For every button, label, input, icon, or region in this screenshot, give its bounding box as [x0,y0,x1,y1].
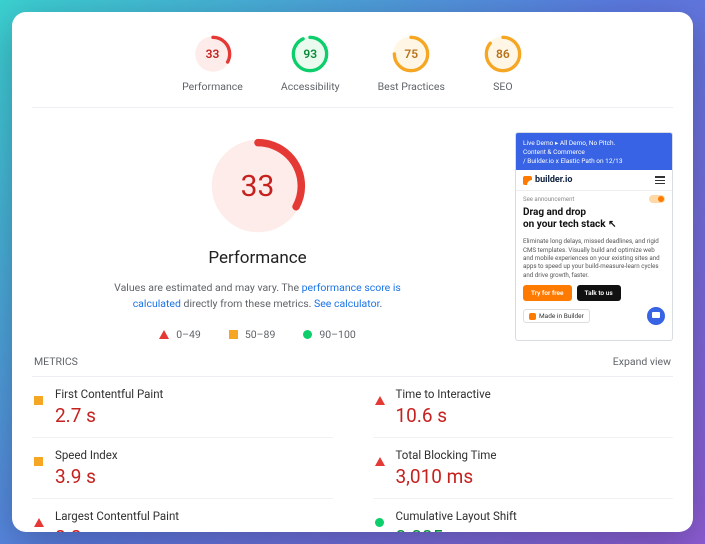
performance-gauge-value: 33 [206,134,310,238]
metric-value: 2.7 s [55,404,163,427]
preview-banner-line: / Builder.io x Elastic Path on 12/13 [523,157,665,166]
metrics-header: METRICS Expand view [32,355,673,376]
preview-body-text: Eliminate long delays, missed deadlines,… [516,235,672,285]
score-performance[interactable]: 33 Performance [182,34,243,93]
report-card: 33 Performance 93 Accessibility 75 Best Pract… [12,12,693,532]
score-accessibility[interactable]: 93 Accessibility [281,34,340,93]
gauge-desc-suffix: . [380,297,383,310]
preview-cta-row: Try for free Talk to us [516,285,672,307]
performance-gauge-title: Performance [208,248,306,268]
score-label: Performance [182,80,243,93]
legend-avg: 50–89 [229,328,276,341]
preview-secondary-button: Talk to us [577,285,621,301]
builder-logo-icon [529,313,536,320]
score-gauge: 75 [391,34,431,74]
triangle-icon [34,518,44,527]
preview-headline: Drag and drop [523,207,665,219]
preview-footer: Made in Builder [516,307,672,325]
metrics-title: METRICS [34,355,78,368]
circle-icon [375,518,384,527]
preview-announce-text: See announcement [523,196,574,203]
chat-icon [647,307,665,325]
preview-headline: on your tech stack ↖ [523,219,665,231]
metric-value: 3,010 ms [396,465,497,488]
page-preview-column: Live Demo ▸ All Demo, No Pitch. Content … [483,126,673,341]
circle-icon [303,330,312,339]
square-icon [229,330,238,339]
cursor-icon: ↖ [608,219,616,230]
metric-first-contentful-paint[interactable]: First Contentful Paint 2.7 s [32,377,333,438]
metric-value: 3.9 s [55,465,118,488]
triangle-icon [375,457,385,466]
preview-logo-row: builder.io [516,170,672,191]
metric-name: Cumulative Layout Shift [396,509,517,523]
square-icon [34,457,43,466]
score-legend: 0–49 50–89 90–100 [159,328,356,341]
hamburger-icon [655,176,665,184]
square-icon [34,396,43,405]
made-in-text: Made in Builder [539,312,584,320]
preview-primary-button: Try for free [523,285,572,301]
legend-pass: 90–100 [303,328,355,341]
metric-name: Largest Contentful Paint [55,509,179,523]
preview-announcement-row: See announcement [516,191,672,205]
metric-speed-index[interactable]: Speed Index 3.9 s [32,438,333,499]
triangle-icon [159,330,169,339]
toggle-icon [649,195,665,203]
gauge-desc-text: Values are estimated and may vary. The [114,281,302,294]
score-best-practices[interactable]: 75 Best Practices [378,34,445,93]
legend-fail-label: 0–49 [176,328,201,341]
page-screenshot-preview: Live Demo ▸ All Demo, No Pitch. Content … [515,132,673,341]
metric-time-to-interactive[interactable]: Time to Interactive 10.6 s [373,377,674,438]
score-value: 93 [290,34,330,74]
performance-gauge-description: Values are estimated and may vary. The p… [108,280,408,312]
see-calculator-link[interactable]: See calculator [314,297,380,310]
builder-logo-icon [523,176,532,185]
score-label: Best Practices [378,80,445,93]
score-value: 33 [193,34,233,74]
metric-value: 8.8 s [55,526,179,533]
metric-value: 10.6 s [396,404,491,427]
made-in-badge: Made in Builder [523,309,590,323]
preview-banner-line: Live Demo ▸ All Demo, No Pitch. [523,139,665,148]
triangle-icon [375,396,385,405]
legend-avg-label: 50–89 [245,328,276,341]
legend-fail: 0–49 [159,328,201,341]
metric-largest-contentful-paint[interactable]: Largest Contentful Paint 8.8 s [32,499,333,533]
summary-scores-row: 33 Performance 93 Accessibility 75 Best Pract… [32,30,673,108]
score-label: Accessibility [281,80,340,93]
performance-gauge: 33 [206,134,310,238]
metric-name: First Contentful Paint [55,387,163,401]
score-value: 75 [391,34,431,74]
legend-pass-label: 90–100 [319,328,355,341]
metric-total-blocking-time[interactable]: Total Blocking Time 3,010 ms [373,438,674,499]
metric-value: 0.005 [396,526,517,533]
score-gauge: 93 [290,34,330,74]
preview-logo-text: builder.io [535,175,572,185]
metric-name: Total Blocking Time [396,448,497,462]
score-gauge: 86 [483,34,523,74]
preview-logo: builder.io [523,175,572,185]
preview-banner-line: Content & Commerce [523,148,665,157]
expand-view-button[interactable]: Expand view [613,355,671,368]
performance-gauge-column: 33 Performance Values are estimated and … [32,126,483,341]
metrics-grid: First Contentful Paint 2.7 s Time to Inter… [32,376,673,533]
metric-cumulative-layout-shift[interactable]: Cumulative Layout Shift 0.005 [373,499,674,533]
metric-name: Speed Index [55,448,118,462]
preview-headlines: Drag and drop on your tech stack ↖ [516,205,672,235]
score-value: 86 [483,34,523,74]
detail-section: 33 Performance Values are estimated and … [32,108,673,355]
score-seo[interactable]: 86 SEO [483,34,523,93]
score-label: SEO [493,80,512,93]
score-gauge: 33 [193,34,233,74]
preview-banner: Live Demo ▸ All Demo, No Pitch. Content … [516,133,672,170]
gauge-desc-text2: directly from these metrics. [181,297,314,310]
preview-headline-text: on your tech stack [523,219,606,230]
metric-name: Time to Interactive [396,387,491,401]
